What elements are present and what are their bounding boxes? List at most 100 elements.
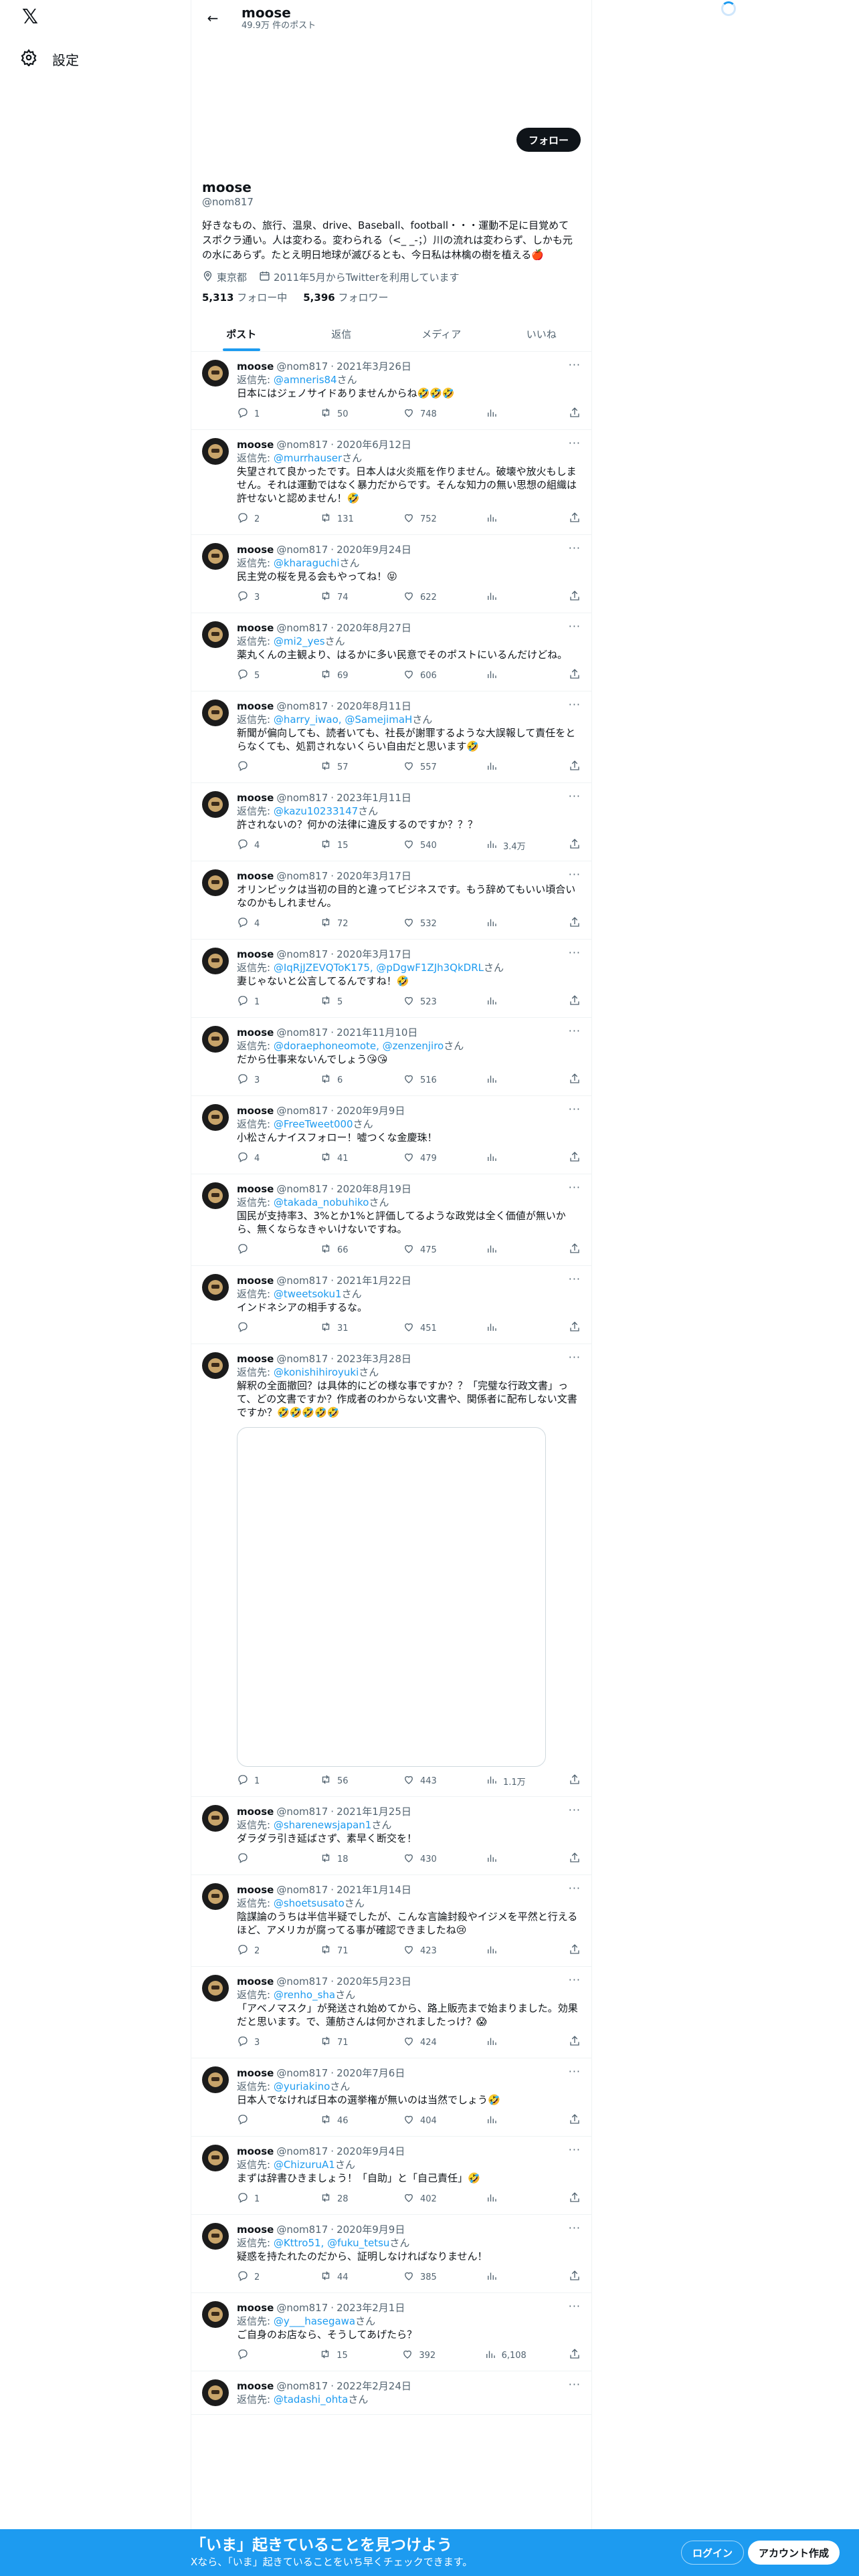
views-button[interactable] [486, 1943, 526, 1958]
more-options-icon[interactable]: ··· [569, 946, 581, 959]
more-options-icon[interactable]: ··· [569, 1882, 581, 1895]
reply-to-link[interactable]: @ChizuruA1 [274, 2159, 335, 2171]
tab-replies[interactable]: 返信 [292, 316, 392, 351]
tweet-date[interactable]: 2023年1月11日 [337, 791, 411, 804]
avatar[interactable] [202, 1182, 229, 1209]
tweet-date[interactable]: 2020年9月9日 [337, 2223, 405, 2236]
tweet-date[interactable]: 2020年3月17日 [337, 869, 411, 883]
reply-to-link[interactable]: @doraephoneomote, @zenzenjiro [274, 1040, 444, 1052]
like-button[interactable]: 748 [403, 407, 443, 421]
tweet-author-handle[interactable]: @nom817 [276, 1182, 328, 1196]
following-link[interactable]: 5,313 フォロー中 [202, 291, 287, 304]
tweet-date[interactable]: 2020年9月4日 [337, 2145, 405, 2158]
tweet-author-name[interactable]: moose [237, 2223, 274, 2236]
avatar[interactable] [202, 621, 229, 648]
tweet-author-handle[interactable]: @nom817 [276, 1104, 328, 1117]
retweet-button[interactable]: 5 [320, 994, 360, 1009]
retweet-button[interactable]: 57 [320, 760, 360, 774]
share-button[interactable] [569, 2113, 581, 2128]
login-button[interactable]: ログイン [681, 2541, 745, 2565]
like-button[interactable]: 516 [403, 1073, 443, 1087]
tweet[interactable]: moose @nom817 · 2023年3月28日 返信先: @konishihiro… [191, 1344, 591, 1797]
more-options-icon[interactable]: ··· [569, 542, 581, 554]
tweet-date[interactable]: 2021年1月14日 [337, 1883, 411, 1897]
tweet-date[interactable]: 2020年9月24日 [337, 543, 411, 556]
like-button[interactable]: 424 [403, 2035, 443, 2050]
tweet-author-name[interactable]: moose [237, 869, 274, 883]
more-options-icon[interactable]: ··· [569, 868, 581, 881]
reply-to-link[interactable]: @harry_iwao, @SamejimaH [274, 714, 412, 726]
like-button[interactable]: 557 [403, 760, 443, 774]
reply-button[interactable]: 2 [237, 2270, 277, 2284]
tweet-date[interactable]: 2023年2月1日 [337, 2301, 405, 2315]
tweet-author-name[interactable]: moose [237, 2145, 274, 2158]
avatar[interactable] [202, 2223, 229, 2250]
retweet-button[interactable]: 72 [320, 916, 360, 931]
retweet-button[interactable]: 71 [320, 1943, 360, 1958]
tweet-author-handle[interactable]: @nom817 [276, 2223, 328, 2236]
avatar[interactable] [202, 1352, 229, 1379]
views-button[interactable] [486, 1243, 526, 1257]
retweet-button[interactable]: 15 [320, 838, 360, 853]
follow-button[interactable]: フォロー [516, 128, 581, 152]
tweet-date[interactable]: 2020年8月19日 [337, 1182, 411, 1196]
views-button[interactable] [486, 916, 526, 931]
share-button[interactable] [569, 1774, 581, 1788]
tweet-date[interactable]: 2021年1月25日 [337, 1805, 411, 1818]
views-button[interactable] [486, 590, 526, 605]
tweet[interactable]: moose @nom817 · 2020年6月12日 返信先: @murrhauserさ… [191, 430, 591, 535]
like-button[interactable]: 402 [403, 2191, 443, 2206]
like-button[interactable]: 523 [403, 994, 443, 1009]
tweet-author-handle[interactable]: @nom817 [276, 360, 328, 373]
tweet-author-handle[interactable]: @nom817 [276, 869, 328, 883]
tweet-date[interactable]: 2020年9月9日 [337, 1104, 405, 1117]
tweet[interactable]: moose @nom817 · 2020年8月27日 返信先: @mi2_yesさん 薬丸… [191, 613, 591, 691]
reply-to-link[interactable]: @Kttro51, @fuku_tetsu [274, 2237, 390, 2249]
back-arrow-icon[interactable]: ← [201, 7, 224, 29]
tweet[interactable]: moose @nom817 · 2021年3月26日 返信先: @amneris84さん… [191, 352, 591, 430]
like-button[interactable]: 430 [403, 1852, 443, 1866]
reply-button[interactable] [237, 760, 277, 774]
avatar[interactable] [202, 438, 229, 465]
tweet-date[interactable]: 2023年3月28日 [337, 1352, 411, 1366]
reply-to-link[interactable]: @renho_sha [274, 1989, 335, 2001]
retweet-button[interactable]: 50 [320, 407, 360, 421]
followers-link[interactable]: 5,396 フォロワー [303, 291, 388, 304]
retweet-button[interactable]: 46 [320, 2113, 360, 2128]
tweet-author-handle[interactable]: @nom817 [276, 621, 328, 635]
views-button[interactable] [486, 760, 526, 774]
views-button[interactable] [486, 1073, 526, 1087]
reply-to-link[interactable]: @mi2_yes [274, 635, 325, 647]
share-button[interactable] [569, 668, 581, 683]
more-options-icon[interactable]: ··· [569, 1351, 581, 1364]
tweet-author-name[interactable]: moose [237, 1274, 274, 1287]
tweet-author-handle[interactable]: @nom817 [276, 791, 328, 804]
more-options-icon[interactable]: ··· [569, 1273, 581, 1285]
views-button[interactable]: 3.4万 [486, 838, 526, 853]
more-options-icon[interactable]: ··· [569, 1804, 581, 1816]
like-button[interactable]: 392 [401, 2348, 442, 2363]
tweet-author-handle[interactable]: @nom817 [276, 2301, 328, 2315]
share-button[interactable] [569, 2270, 581, 2284]
tab-media[interactable]: メディア [391, 316, 492, 351]
reply-button[interactable]: 3 [237, 590, 277, 605]
like-button[interactable]: 479 [403, 1151, 443, 1166]
retweet-button[interactable]: 131 [320, 512, 360, 526]
reply-button[interactable]: 4 [237, 838, 277, 853]
reply-button[interactable]: 2 [237, 1943, 277, 1958]
share-button[interactable] [569, 1321, 581, 1335]
tweet[interactable]: moose @nom817 · 2021年11月10日 返信先: @doraephone… [191, 1018, 591, 1096]
tweet-author-name[interactable]: moose [237, 2379, 274, 2393]
views-button[interactable] [486, 1321, 526, 1335]
views-button[interactable] [486, 2035, 526, 2050]
retweet-button[interactable]: 74 [320, 590, 360, 605]
tweet-date[interactable]: 2020年3月17日 [337, 948, 411, 961]
tweet-author-handle[interactable]: @nom817 [276, 543, 328, 556]
retweet-button[interactable]: 31 [320, 1321, 360, 1335]
more-options-icon[interactable]: ··· [569, 620, 581, 633]
tweet-date[interactable]: 2021年3月26日 [337, 360, 411, 373]
reply-to-link[interactable]: @kharaguchi [274, 557, 340, 569]
tweet-author-handle[interactable]: @nom817 [276, 700, 328, 713]
tweet-date[interactable]: 2020年5月23日 [337, 1975, 411, 1988]
more-options-icon[interactable]: ··· [569, 698, 581, 711]
